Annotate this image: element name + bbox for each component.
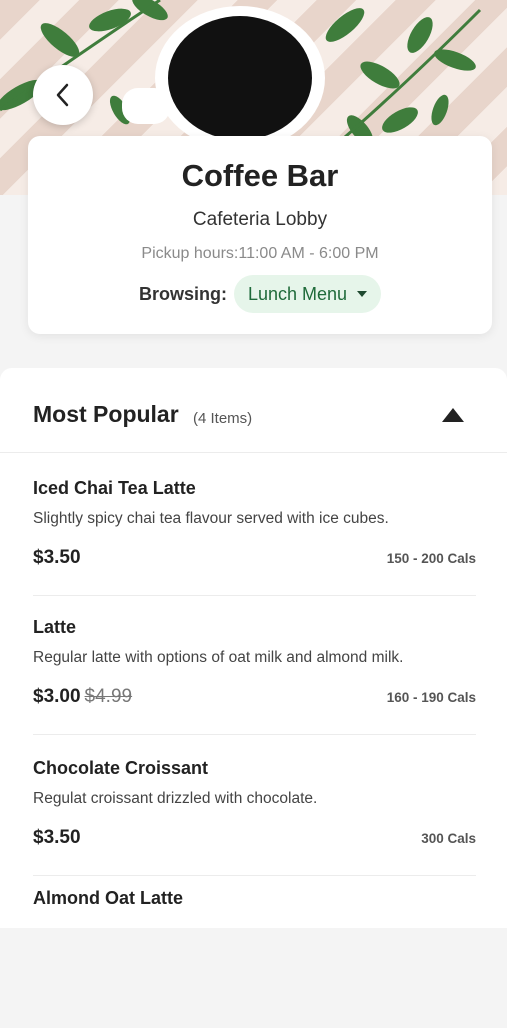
item-description: Slightly spicy chai tea flavour served w… [33, 510, 389, 527]
item-price: $3.00 $4.99 [33, 686, 132, 708]
divider [33, 875, 476, 876]
section-item-count: (4 Items) [193, 410, 253, 427]
item-price: $3.50 [33, 547, 81, 569]
menu-item[interactable]: Chocolate Croissant Regulat croissant dr… [33, 758, 476, 898]
browsing-row: Browsing: Lunch Menu [28, 275, 492, 313]
price-value: $3.00 [33, 686, 81, 707]
back-button[interactable] [33, 65, 93, 125]
item-description: Regulat croissant drizzled with chocolat… [33, 790, 318, 807]
price-value: $3.50 [33, 547, 81, 568]
item-name: Latte [33, 617, 77, 637]
item-name: Almond Oat Latte [33, 888, 184, 908]
item-calories: 160 - 190 Cals [386, 690, 476, 705]
item-calories: 150 - 200 Cals [386, 551, 476, 566]
store-info-card: Coffee Bar Cafeteria Lobby Pickup hours:… [28, 136, 492, 334]
menu-item[interactable]: Almond Oat Latte [33, 888, 476, 1028]
store-title: Coffee Bar [181, 158, 339, 193]
menu-panel: Most Popular (4 Items) Iced Chai Tea Lat… [0, 368, 507, 928]
divider [33, 734, 476, 735]
section-header-most-popular[interactable]: Most Popular (4 Items) [0, 368, 507, 453]
divider [33, 595, 476, 596]
menu-selector[interactable]: Lunch Menu [233, 275, 382, 313]
triangle-up-icon[interactable] [442, 408, 464, 422]
item-calories: 300 Cals [421, 831, 476, 846]
menu-item[interactable]: Iced Chai Tea Latte Slightly spicy chai … [33, 478, 476, 618]
item-description: Regular latte with options of oat milk a… [33, 649, 404, 666]
item-name: Iced Chai Tea Latte [33, 478, 196, 498]
menu-selector-label: Lunch Menu [247, 283, 348, 304]
item-price: $3.50 [33, 827, 81, 849]
item-name: Chocolate Croissant [33, 758, 209, 778]
price-value: $3.50 [33, 827, 81, 848]
menu-item[interactable]: Latte Regular latte with options of oat … [33, 617, 476, 757]
browsing-label: Browsing: [138, 283, 227, 304]
chevron-left-icon [56, 83, 69, 107]
original-price: $4.99 [84, 686, 133, 707]
caret-down-icon [357, 291, 368, 297]
section-title: Most Popular [33, 401, 179, 427]
store-location: Cafeteria Lobby [192, 209, 328, 230]
pickup-hours: Pickup hours:11:00 AM - 6:00 PM [141, 245, 379, 262]
